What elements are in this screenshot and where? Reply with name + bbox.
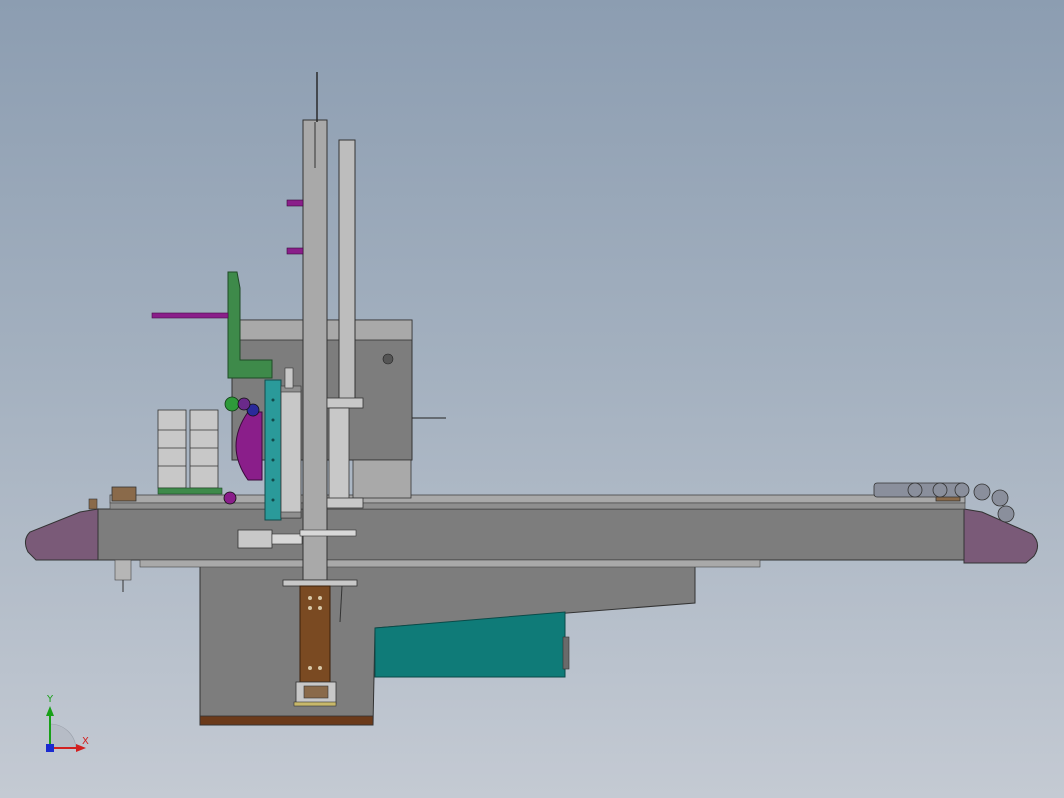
cylinder-clamp (326, 397, 364, 409)
small-motor (237, 529, 273, 549)
cylinder-rod (338, 139, 356, 403)
sensor-stack-right (189, 409, 219, 489)
cad-viewport[interactable]: Y X (0, 0, 1064, 798)
triad-x-label: X (82, 736, 89, 747)
column-marker-top (286, 199, 304, 207)
purple-roller (237, 397, 251, 411)
sensor-stack-left (157, 409, 187, 489)
green-roller (224, 396, 240, 412)
main-beam (97, 508, 965, 561)
housing-bolt (382, 353, 394, 365)
top-rail-lower (109, 502, 966, 510)
left-rail-stop (111, 486, 137, 502)
cylinder-clamp-lower (326, 497, 364, 509)
triad-y-label: Y (47, 694, 54, 705)
column-marker-bottom (286, 247, 304, 255)
magenta-arm (151, 312, 229, 319)
left-small-post (88, 498, 98, 510)
magenta-roller-bottom (223, 491, 237, 505)
triad-z-axis (46, 744, 54, 752)
carriage-lower-block (352, 459, 412, 499)
coordinate-triad (46, 706, 86, 752)
bottom-sensor (114, 559, 132, 581)
motor-coupling (271, 533, 303, 545)
bottom-gripper-base (293, 701, 337, 707)
left-end-cap (24, 508, 99, 561)
beam-underside-strip (139, 559, 761, 568)
bottom-gripper-jaw (303, 685, 329, 699)
gantry-assembly-drawing (24, 72, 1038, 752)
vertical-column (302, 119, 328, 581)
base-bottom-plate (199, 715, 374, 726)
column-foot-plate (282, 579, 358, 587)
guide-cap-bottom (280, 511, 302, 519)
column-collar (299, 529, 357, 537)
brown-plate (299, 585, 331, 683)
sensor-base (157, 487, 223, 495)
top-rail (109, 494, 966, 504)
cylinder-body (328, 407, 350, 501)
guide-top-pin (284, 367, 294, 389)
linear-guide (280, 389, 302, 519)
teal-block-connector (562, 636, 570, 670)
